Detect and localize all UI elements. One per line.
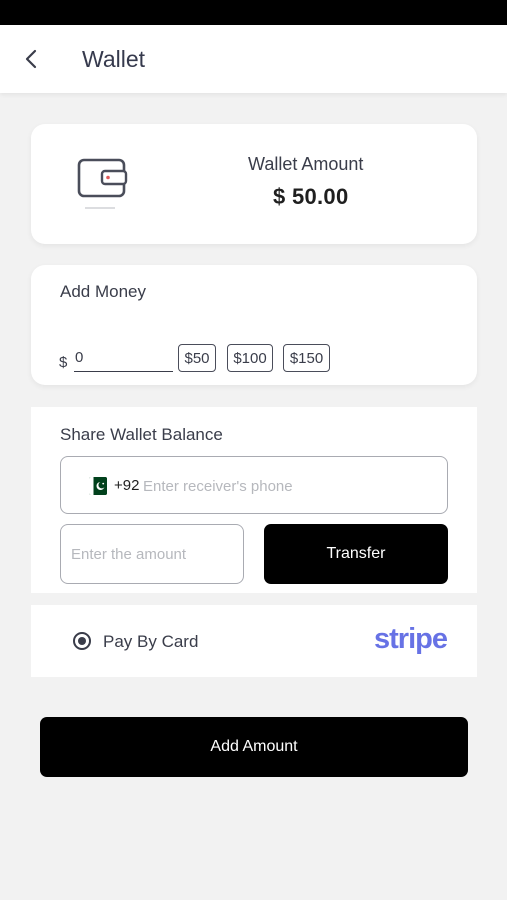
currency-symbol: $ [59,354,68,371]
wallet-summary-card: Wallet Amount $ 50.00 [31,124,477,244]
preset-50-button[interactable]: $50 [178,344,216,372]
receiver-phone-field[interactable]: +92 [60,456,448,514]
share-wallet-title: Share Wallet Balance [60,425,223,444]
status-bar [0,0,507,25]
transfer-button[interactable]: Transfer [264,524,448,584]
app-header: Wallet [0,25,507,93]
pay-by-card-label[interactable]: Pay By Card [103,632,198,652]
add-amount-button[interactable]: Add Amount [40,717,468,777]
share-wallet-card: Share Wallet Balance +92 Transfer [31,407,477,593]
radio-selected-dot [78,637,86,645]
back-button[interactable] [18,45,46,73]
chevron-left-icon [25,49,37,69]
receiver-phone-input[interactable] [143,473,423,499]
add-money-title: Add Money [60,282,146,301]
country-dial-code[interactable]: +92 [114,477,139,494]
wallet-icon [75,154,131,214]
pakistan-flag-icon [89,477,107,495]
payment-method-card: Pay By Card stripe [31,605,477,677]
pay-by-card-radio[interactable] [73,632,91,650]
add-money-card: Add Money $ $50 $100 $150 [31,265,477,385]
add-money-amount-input[interactable] [74,345,173,372]
preset-150-button[interactable]: $150 [283,344,330,372]
wallet-amount-label: Wallet Amount [248,154,364,174]
preset-100-button[interactable]: $100 [227,344,273,372]
transfer-amount-input[interactable] [60,524,244,584]
stripe-logo: stripe [374,623,448,655]
page-title: Wallet [82,46,146,72]
wallet-balance: $ 50.00 [273,184,349,209]
